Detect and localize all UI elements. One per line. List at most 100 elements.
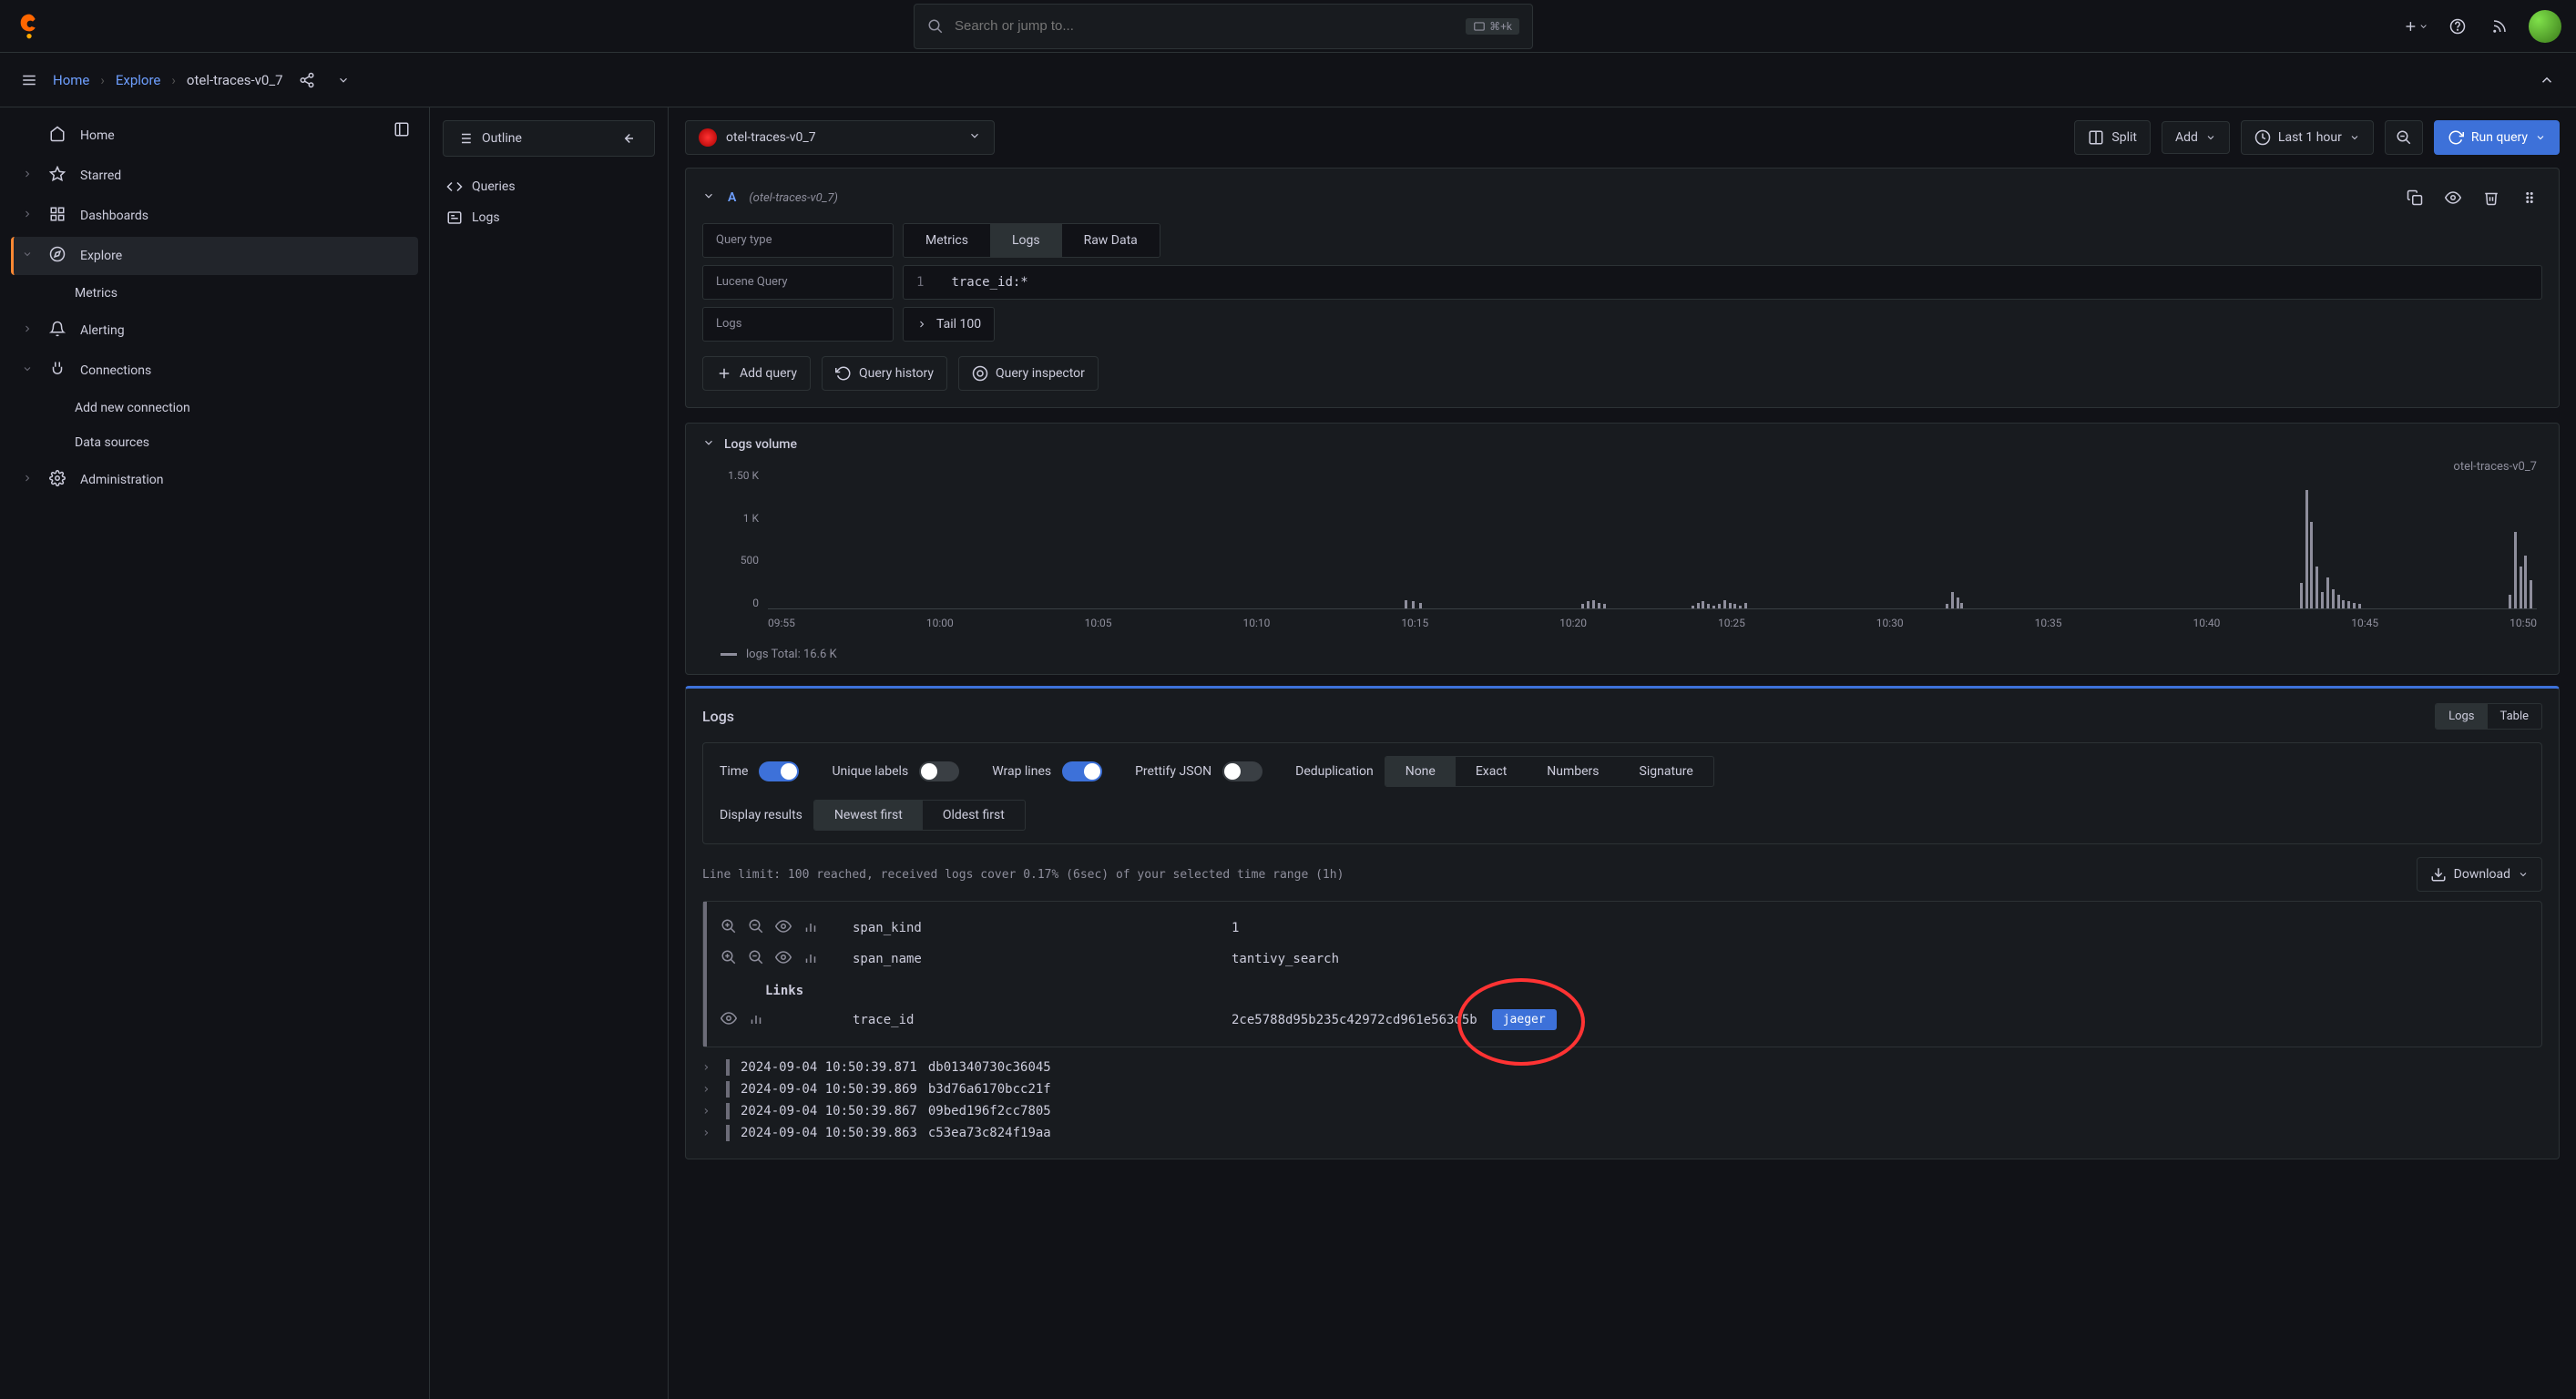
grafana-logo[interactable]: [15, 12, 44, 41]
columns-icon: [2088, 129, 2104, 146]
jaeger-link[interactable]: jaeger: [1492, 1009, 1557, 1030]
list-icon: [456, 130, 473, 147]
toggle-time[interactable]: [759, 761, 799, 781]
sidebar: Home Starred Dashboards Explore Metrics …: [0, 107, 430, 1399]
add-button[interactable]: Add: [2162, 121, 2230, 154]
search-input[interactable]: [955, 18, 1455, 34]
dedup-segmented: None Exact Numbers Signature: [1385, 756, 1714, 787]
datasource-picker[interactable]: otel-traces-v0_7: [685, 120, 995, 155]
eye-icon[interactable]: [774, 918, 792, 938]
stats-icon[interactable]: [747, 1010, 765, 1030]
lucene-input[interactable]: 1 trace_id:*: [903, 265, 2542, 300]
chevron-down-icon[interactable]: [702, 189, 715, 206]
oldest-first[interactable]: Oldest first: [923, 801, 1025, 830]
chart-plot[interactable]: [768, 469, 2537, 609]
y-axis: 1.50 K1 K5000: [702, 469, 766, 609]
undock-icon[interactable]: [389, 117, 414, 142]
breadcrumb: Home › Explore › otel-traces-v0_7: [53, 72, 283, 88]
sidebar-item-dashboards[interactable]: Dashboards: [11, 197, 418, 235]
view-logs[interactable]: Logs: [2436, 704, 2487, 729]
logs-volume-chart[interactable]: otel-traces-v0_7 1.50 K1 K5000 09:5510:0…: [702, 460, 2542, 642]
eye-icon[interactable]: [2440, 185, 2466, 210]
crumb-explore[interactable]: Explore: [116, 72, 161, 88]
back-arrow-icon[interactable]: [615, 126, 640, 151]
news-icon[interactable]: [2487, 14, 2512, 39]
run-query-button[interactable]: Run query: [2434, 120, 2560, 155]
duplicate-icon[interactable]: [2402, 185, 2428, 210]
zoom-out-button[interactable]: [2385, 120, 2423, 155]
query-history-button[interactable]: Query history: [822, 356, 947, 391]
crumb-home[interactable]: Home: [53, 72, 89, 88]
dedup-numbers[interactable]: Numbers: [1527, 757, 1619, 786]
toggle-unique-labels[interactable]: [919, 761, 959, 781]
download-icon: [2430, 866, 2447, 883]
zoom-in-icon[interactable]: [720, 918, 738, 938]
chevron-down-icon[interactable]: [702, 436, 715, 453]
eye-icon[interactable]: [720, 1010, 738, 1030]
download-button[interactable]: Download: [2417, 857, 2542, 892]
tail-selector[interactable]: Tail 100: [903, 307, 995, 342]
log-line[interactable]: ›2024-09-04 10:50:39.869b3d76a6170bcc21f: [702, 1078, 2542, 1100]
dedup-exact[interactable]: Exact: [1456, 757, 1527, 786]
stats-icon[interactable]: [802, 918, 820, 938]
menu-toggle[interactable]: [16, 67, 42, 93]
inspector-icon: [972, 365, 988, 382]
add-menu[interactable]: [2403, 14, 2428, 39]
chevron-down-icon: [2518, 869, 2529, 880]
query-inspector-button[interactable]: Query inspector: [958, 356, 1099, 391]
zoom-out-icon[interactable]: [747, 949, 765, 969]
sidebar-item-metrics[interactable]: Metrics: [11, 277, 418, 310]
avatar[interactable]: [2529, 10, 2561, 43]
dedup-signature[interactable]: Signature: [1620, 757, 1713, 786]
eye-icon[interactable]: [774, 949, 792, 969]
stats-icon[interactable]: [802, 949, 820, 969]
outline-item-logs[interactable]: Logs: [443, 202, 655, 233]
log-line[interactable]: ›2024-09-04 10:50:39.86709bed196f2cc7805: [702, 1100, 2542, 1122]
drag-icon[interactable]: [2517, 185, 2542, 210]
chevron-down-icon[interactable]: [331, 67, 356, 93]
seg-metrics[interactable]: Metrics: [904, 224, 990, 257]
logs-label: Logs: [702, 307, 894, 342]
collapse-icon[interactable]: [2534, 67, 2560, 93]
sidebar-item-add-connection[interactable]: Add new connection: [11, 392, 418, 424]
toggle-prettify-json[interactable]: [1222, 761, 1262, 781]
global-search[interactable]: ⌘+k: [914, 4, 1533, 49]
sidebar-item-administration[interactable]: Administration: [11, 461, 418, 499]
zoom-out-icon[interactable]: [747, 918, 765, 938]
toggle-wrap-lines[interactable]: [1062, 761, 1102, 781]
zoom-in-icon[interactable]: [720, 949, 738, 969]
sidebar-item-home[interactable]: Home: [11, 117, 418, 155]
line-limit-text: Line limit: 100 reached, received logs c…: [702, 868, 1344, 882]
newest-first[interactable]: Newest first: [814, 801, 923, 830]
dedup-none[interactable]: None: [1385, 757, 1456, 786]
view-table[interactable]: Table: [2488, 704, 2541, 729]
sidebar-item-connections[interactable]: Connections: [11, 352, 418, 390]
help-icon[interactable]: [2445, 14, 2470, 39]
display-order-segmented: Newest first Oldest first: [813, 800, 1026, 831]
datasource-icon: [699, 128, 717, 147]
sidebar-item-alerting[interactable]: Alerting: [11, 311, 418, 350]
history-icon: [835, 365, 852, 382]
chevron-down-icon: [22, 363, 35, 378]
logs-volume-panel: Logs volume otel-traces-v0_7 1.50 K1 K50…: [685, 423, 2560, 675]
timerange-picker[interactable]: Last 1 hour: [2241, 120, 2374, 155]
add-query-button[interactable]: Add query: [702, 356, 811, 391]
log-line[interactable]: ›2024-09-04 10:50:39.863c53ea73c824f19aa: [702, 1122, 2542, 1144]
split-button[interactable]: Split: [2074, 120, 2151, 155]
sidebar-item-data-sources[interactable]: Data sources: [11, 426, 418, 459]
query-type-segmented: Metrics Logs Raw Data: [903, 223, 1160, 258]
sidebar-item-explore[interactable]: Explore: [11, 237, 418, 275]
chevron-down-icon: [22, 249, 35, 263]
outline-item-queries[interactable]: Queries: [443, 171, 655, 202]
trash-icon[interactable]: [2479, 185, 2504, 210]
sidebar-item-starred[interactable]: Starred: [11, 157, 418, 195]
seg-raw[interactable]: Raw Data: [1062, 224, 1160, 257]
kbd-hint: ⌘+k: [1466, 18, 1519, 35]
chevron-down-icon: [2349, 132, 2360, 143]
field-key: trace_id: [853, 1013, 1217, 1027]
log-line[interactable]: ›2024-09-04 10:50:39.871db01340730c36045: [702, 1057, 2542, 1078]
plug-icon: [47, 361, 67, 381]
seg-logs[interactable]: Logs: [990, 224, 1062, 257]
logs-title: Logs: [702, 708, 734, 725]
share-icon[interactable]: [294, 67, 320, 93]
